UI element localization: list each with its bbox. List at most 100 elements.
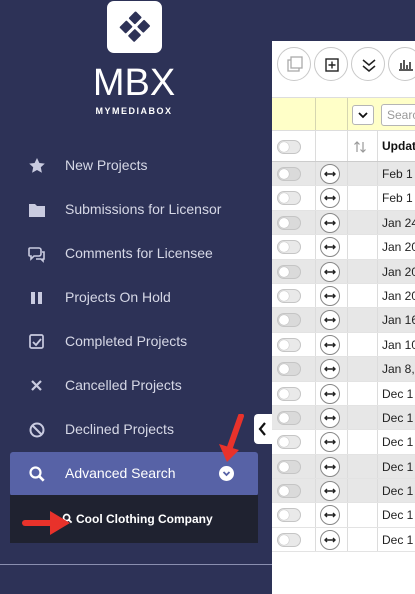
search-input[interactable]: Search [381, 104, 415, 126]
sidebar-item-submissions[interactable]: Submissions for Licensor [10, 188, 258, 232]
table-row[interactable]: Dec 1 [272, 381, 415, 406]
move-icon[interactable] [320, 261, 340, 282]
expand-all-button[interactable] [351, 47, 385, 81]
row-select-toggle[interactable] [277, 484, 301, 499]
chevron-down-icon[interactable] [219, 466, 234, 481]
pause-icon [31, 292, 42, 304]
row-updated-date: Jan 16 [382, 313, 415, 328]
filter-row: Search [272, 97, 415, 131]
move-icon[interactable] [320, 359, 340, 380]
star-icon [29, 158, 45, 173]
row-select-toggle[interactable] [277, 532, 301, 547]
row-select-toggle[interactable] [277, 288, 301, 303]
row-select-toggle[interactable] [277, 435, 301, 450]
sidebar-item-completed[interactable]: Completed Projects [10, 320, 258, 364]
column-header-updated[interactable]: Updated [382, 139, 415, 153]
row-select-toggle[interactable] [277, 386, 301, 401]
row-select-toggle[interactable] [277, 313, 301, 328]
sidebar-item-label: Comments for Licensee [65, 245, 213, 261]
projects-table-panel: Search Updated Feb 1 Feb 1 Jan 24 Jan 20 Jan… [272, 41, 415, 594]
sidebar: MBX MYMEDIABOX New Projects Submissions … [0, 0, 272, 594]
chart-button[interactable] [388, 47, 415, 81]
table-row[interactable]: Jan 20 [272, 235, 415, 260]
table-row[interactable]: Jan 16 [272, 308, 415, 333]
row-updated-date: Dec 1 [382, 484, 414, 499]
table-row[interactable]: Dec 1 [272, 527, 415, 553]
row-select-toggle[interactable] [277, 459, 301, 474]
folder-icon [29, 204, 45, 217]
sidebar-item-label: Declined Projects [65, 421, 174, 437]
move-icon[interactable] [320, 505, 340, 526]
saved-search-item[interactable]: Cool Clothing Company [62, 512, 213, 526]
comments-icon [28, 247, 45, 263]
move-icon[interactable] [320, 188, 340, 209]
table-row[interactable]: Dec 1 [272, 454, 415, 480]
table-row[interactable]: Dec 1 [272, 430, 415, 455]
table-row[interactable]: Feb 1 [272, 186, 415, 211]
sidebar-item-label: Cancelled Projects [65, 377, 182, 393]
select-all-toggle[interactable] [277, 140, 301, 154]
sidebar-item-label: Projects On Hold [65, 289, 171, 305]
add-button[interactable] [314, 47, 348, 81]
move-icon[interactable] [320, 383, 340, 404]
row-select-toggle[interactable] [277, 167, 301, 181]
row-updated-date: Dec 1 [382, 459, 414, 474]
copy-button[interactable] [277, 47, 311, 81]
move-icon[interactable] [320, 432, 340, 453]
check-square-icon [29, 334, 44, 349]
row-updated-date: Jan 20 [382, 288, 415, 303]
row-select-toggle[interactable] [277, 240, 301, 255]
saved-search-label: Cool Clothing Company [76, 512, 213, 526]
move-icon[interactable] [320, 529, 340, 550]
row-select-toggle[interactable] [277, 264, 301, 279]
move-icon[interactable] [320, 481, 340, 502]
search-icon [29, 466, 45, 482]
row-updated-date: Jan 20 [382, 240, 415, 255]
sidebar-item-label: Submissions for Licensor [65, 201, 222, 217]
sidebar-item-label: Completed Projects [65, 333, 188, 349]
table-header: Updated [272, 130, 415, 162]
sidebar-item-label: Advanced Search [65, 465, 176, 481]
collapse-sidebar-button[interactable] [254, 414, 272, 444]
row-select-toggle[interactable] [277, 191, 301, 206]
table-row[interactable]: Jan 24 [272, 210, 415, 236]
row-updated-date: Jan 10 [382, 337, 415, 352]
move-icon[interactable] [320, 310, 340, 331]
row-select-toggle[interactable] [277, 362, 301, 377]
move-icon[interactable] [320, 237, 340, 258]
table-row[interactable]: Jan 10 [272, 332, 415, 358]
table-row[interactable]: Jan 8, [272, 357, 415, 382]
sidebar-item-label: New Projects [65, 157, 148, 173]
annotation-arrow-icon [22, 511, 70, 535]
move-icon[interactable] [320, 212, 340, 233]
table-row[interactable]: Feb 1 [272, 162, 415, 187]
x-icon [31, 380, 42, 391]
row-select-toggle[interactable] [277, 337, 301, 352]
table-row[interactable]: Jan 20 [272, 259, 415, 284]
brand-tagline: MYMEDIABOX [95, 106, 173, 116]
sidebar-item-cancelled[interactable]: Cancelled Projects [10, 364, 258, 408]
row-select-toggle[interactable] [277, 508, 301, 523]
column-dropdown-button[interactable] [352, 105, 374, 125]
table-row[interactable]: Jan 20 [272, 283, 415, 309]
sidebar-item-on-hold[interactable]: Projects On Hold [10, 276, 258, 320]
row-select-toggle[interactable] [277, 215, 301, 230]
row-updated-date: Dec 1 [382, 532, 414, 547]
sidebar-item-new-projects[interactable]: New Projects [10, 144, 258, 188]
table-row[interactable]: Dec 1 [272, 405, 415, 431]
sidebar-item-comments[interactable]: Comments for Licensee [10, 232, 258, 276]
move-icon[interactable] [320, 164, 340, 184]
move-icon[interactable] [320, 285, 340, 306]
table-row[interactable]: Dec 1 [272, 503, 415, 528]
row-updated-date: Dec 1 [382, 410, 414, 425]
move-icon[interactable] [320, 334, 340, 355]
table-toolbar [272, 41, 415, 97]
logo-icon [107, 1, 162, 53]
move-icon[interactable] [320, 407, 340, 428]
sort-icon[interactable] [353, 140, 367, 154]
move-icon[interactable] [320, 456, 340, 477]
row-updated-date: Jan 8, [382, 362, 415, 377]
row-select-toggle[interactable] [277, 410, 301, 425]
table-row[interactable]: Dec 1 [272, 479, 415, 504]
row-updated-date: Jan 24 [382, 215, 415, 230]
